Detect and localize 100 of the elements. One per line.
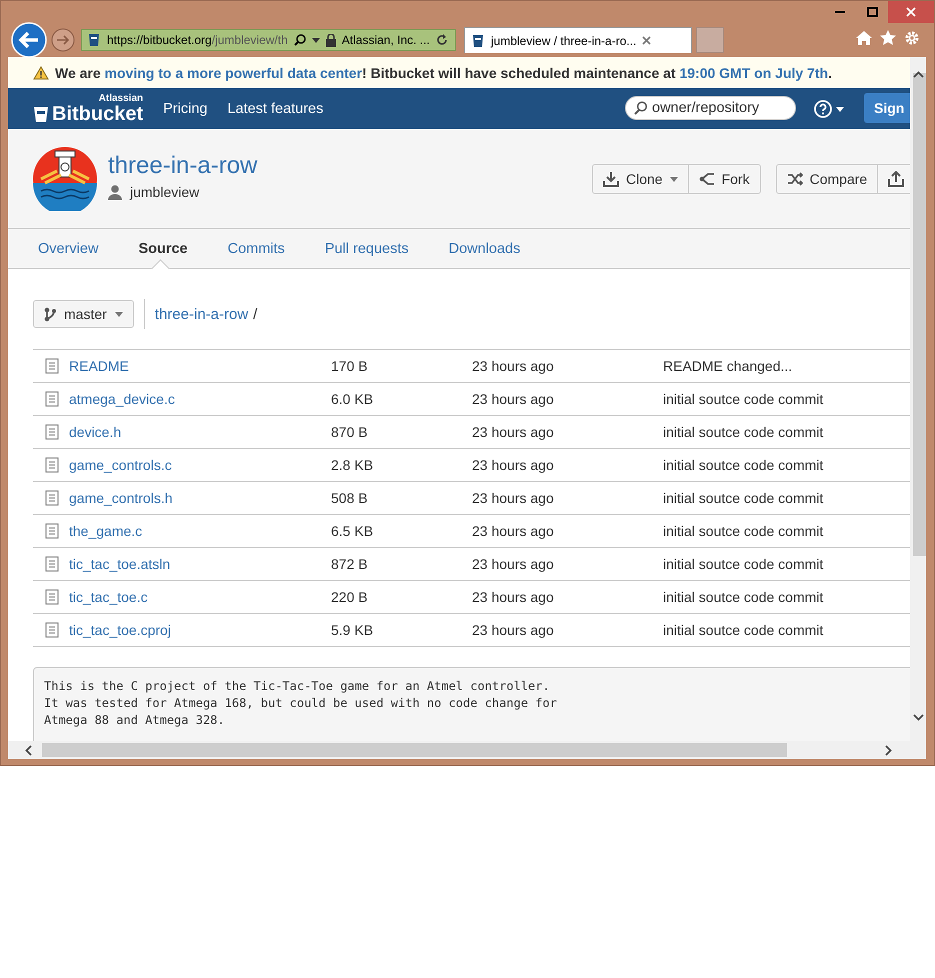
file-size: 870 B — [331, 424, 369, 440]
bucket-icon — [33, 104, 49, 122]
file-modified: 23 hours ago — [472, 391, 555, 407]
commit-message: initial soutce code commit — [663, 622, 824, 638]
compare-button[interactable]: Compare — [776, 164, 878, 194]
close-icon[interactable] — [642, 36, 652, 45]
readme-line: It was tested for Atmega 168, but could be used with no code change for — [44, 695, 558, 712]
caret-icon — [114, 312, 123, 316]
search-icon — [634, 101, 648, 115]
caret-icon — [836, 106, 844, 112]
upload-icon — [888, 171, 904, 187]
warning-icon — [33, 66, 49, 80]
file-link[interactable]: the_game.c — [69, 523, 142, 539]
compare-icon — [786, 171, 803, 187]
file-modified: 23 hours ago — [472, 556, 555, 572]
minimize-icon — [835, 11, 845, 13]
file-modified: 23 hours ago — [472, 457, 555, 473]
repo-tab[interactable]: Overview — [38, 229, 120, 268]
bitbucket-logo[interactable]: Atlassian Bitbucket — [33, 94, 144, 124]
scrollbar-thumb[interactable] — [42, 743, 787, 757]
repo-tab[interactable]: Pull requests — [324, 229, 431, 268]
file-modified: 23 hours ago — [472, 622, 555, 638]
maximize-icon — [866, 7, 878, 17]
scroll-left-icon[interactable] — [25, 745, 32, 756]
address-url: https://bitbucket.org/jumbleview/th — [107, 33, 288, 47]
close-icon — [906, 7, 916, 17]
notice-link[interactable]: 19:00 GMT on July 7th — [679, 64, 828, 80]
settings-icon[interactable] — [904, 30, 920, 46]
address-bar[interactable]: https://bitbucket.org/jumbleview/th Atlassian, Inc. ... — [81, 29, 456, 51]
file-icon — [45, 424, 59, 440]
file-size: 220 B — [331, 589, 369, 605]
file-icon — [45, 589, 59, 605]
file-size: 872 B — [331, 556, 369, 572]
site-icon — [87, 33, 101, 47]
file-modified: 23 hours ago — [472, 523, 555, 539]
branch-icon — [44, 306, 56, 322]
file-link[interactable]: atmega_device.c — [69, 391, 175, 407]
file-link[interactable]: tic_tac_toe.cproj — [69, 622, 171, 638]
notice-link[interactable]: moving to a more powerful data center — [104, 64, 362, 80]
file-modified: 23 hours ago — [472, 358, 555, 374]
scroll-up-icon[interactable] — [913, 71, 924, 78]
repo-tab[interactable]: Commits — [228, 229, 307, 268]
maintenance-notice: We are moving to a more powerful data center! Bitbucket will have scheduled maintenance at 19:00 GMT on July 7th. — [55, 64, 832, 80]
file-link[interactable]: README — [69, 358, 129, 374]
nav-link[interactable]: Latest features — [227, 100, 324, 116]
share-button[interactable] — [877, 164, 910, 194]
nav-link[interactable]: Pricing — [163, 100, 208, 116]
file-icon — [45, 391, 59, 407]
browser-tab[interactable]: jumbleview / three-in-a-ro... — [464, 27, 692, 53]
help-icon — [814, 100, 832, 118]
star-icon[interactable] — [880, 30, 896, 45]
repository-name[interactable]: three-in-a-row — [108, 152, 258, 180]
forward-button[interactable] — [51, 28, 75, 52]
clone-button[interactable]: Clone — [592, 164, 689, 194]
commit-message: initial soutce code commit — [663, 490, 824, 506]
file-modified: 23 hours ago — [472, 589, 555, 605]
file-size: 5.9 KB — [331, 622, 374, 638]
certificate-name[interactable]: Atlassian, Inc. ... — [342, 33, 430, 47]
repo-tab[interactable]: Downloads — [448, 229, 542, 268]
scroll-down-icon[interactable] — [913, 714, 924, 721]
refresh-icon[interactable] — [436, 34, 448, 46]
file-link[interactable]: tic_tac_toe.c — [69, 589, 148, 605]
file-icon — [45, 490, 59, 506]
file-modified: 23 hours ago — [472, 490, 555, 506]
commit-message: initial soutce code commit — [663, 424, 824, 440]
sign-in-button[interactable]: Sign — [864, 93, 910, 123]
download-icon — [603, 171, 619, 187]
fork-icon — [698, 171, 715, 187]
help-menu[interactable] — [814, 100, 844, 118]
file-size: 170 B — [331, 358, 369, 374]
branch-selector[interactable]: master — [33, 300, 134, 328]
file-link[interactable]: game_controls.h — [69, 490, 173, 506]
file-link[interactable]: device.h — [69, 424, 122, 440]
owner-name[interactable]: jumbleview — [130, 184, 200, 200]
file-size: 508 B — [331, 490, 369, 506]
readme-line: This is the C project of the Tic-Tac-Toe game for an Atmel controller. — [44, 678, 551, 695]
home-icon[interactable] — [856, 30, 872, 45]
commit-message: initial soutce code commit — [663, 589, 824, 605]
commit-message: initial soutce code commit — [663, 457, 824, 473]
commit-message: initial soutce code commit — [663, 556, 824, 572]
user-icon — [108, 184, 122, 200]
file-icon — [45, 457, 59, 473]
file-link[interactable]: game_controls.c — [69, 457, 172, 473]
readme-line: Atmega 88 and Atmega 328. — [44, 712, 226, 729]
caret-icon[interactable] — [312, 38, 320, 42]
file-icon — [45, 622, 59, 638]
breadcrumb-link[interactable]: three-in-a-row — [154, 306, 248, 322]
file-link[interactable]: tic_tac_toe.atsln — [69, 556, 170, 572]
breadcrumb-separator: / — [253, 306, 258, 322]
search-icon[interactable] — [294, 34, 306, 46]
commit-message: initial soutce code commit — [663, 391, 824, 407]
site-icon — [471, 34, 485, 48]
file-size: 6.5 KB — [331, 523, 374, 539]
search-field[interactable]: owner/repository — [625, 96, 796, 120]
fork-button[interactable]: Fork — [688, 164, 761, 194]
commit-message: initial soutce code commit — [663, 523, 824, 539]
back-button[interactable] — [11, 22, 47, 58]
scroll-right-icon[interactable] — [885, 745, 892, 756]
close-button[interactable] — [888, 1, 934, 23]
scrollbar-thumb[interactable] — [913, 73, 926, 556]
